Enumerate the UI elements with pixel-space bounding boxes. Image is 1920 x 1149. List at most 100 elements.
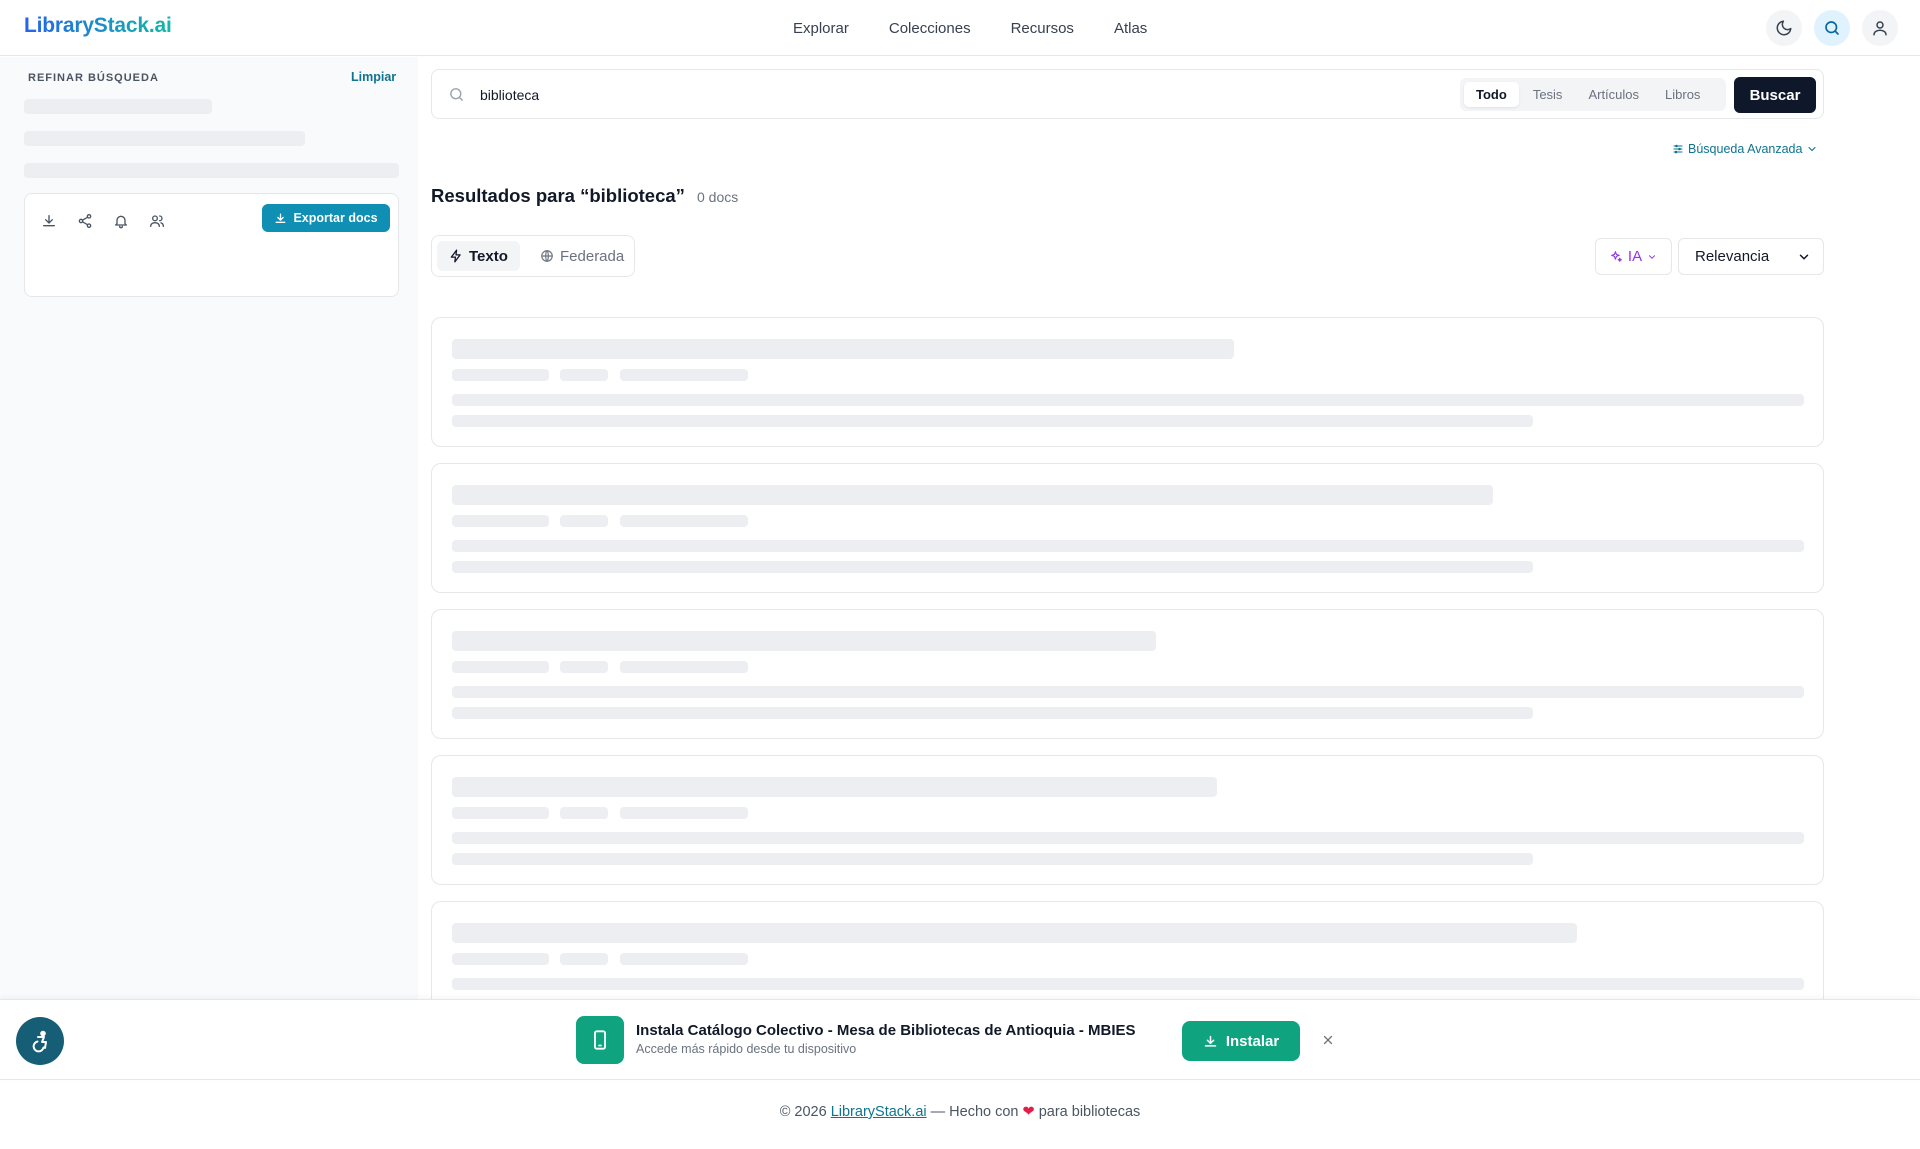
skeleton-line xyxy=(452,540,1804,552)
user-icon xyxy=(1873,21,1887,36)
filter-tesis[interactable]: Tesis xyxy=(1521,82,1575,107)
ai-options-button[interactable]: IA xyxy=(1595,238,1672,275)
search-icon xyxy=(450,88,463,101)
skeleton-meta xyxy=(560,515,608,527)
skeleton-meta xyxy=(620,515,748,527)
sidebar-actions-panel: Exportar docs xyxy=(24,193,399,297)
skeleton-meta xyxy=(560,369,608,381)
sort-select[interactable]: Relevancia xyxy=(1678,238,1824,275)
share-icon xyxy=(78,214,92,228)
install-button-label: Instalar xyxy=(1225,1032,1280,1050)
bell-icon xyxy=(115,215,127,229)
result-skeleton-card xyxy=(431,463,1824,593)
skeleton-meta xyxy=(452,807,549,819)
skeleton-meta xyxy=(560,953,608,965)
footer-suffix: para bibliotecas xyxy=(1038,1104,1141,1120)
mode-texto[interactable]: Texto xyxy=(437,241,520,271)
header-search-button[interactable] xyxy=(1814,10,1850,46)
export-docs-label: Exportar docs xyxy=(293,211,378,225)
install-title: Instala Catálogo Colectivo - Mesa de Bib… xyxy=(636,1022,1136,1039)
results-count: 0 docs xyxy=(697,189,739,205)
nav-recursos[interactable]: Recursos xyxy=(1011,20,1074,37)
nav-atlas[interactable]: Atlas xyxy=(1114,20,1147,37)
skeleton-meta xyxy=(452,369,549,381)
mode-federada[interactable]: Federada xyxy=(528,241,636,271)
skeleton-meta xyxy=(620,369,748,381)
share-action[interactable] xyxy=(77,213,95,231)
result-skeleton-card xyxy=(431,755,1824,885)
search-icon xyxy=(1825,21,1839,35)
search-input[interactable] xyxy=(480,83,1380,107)
skeleton-meta xyxy=(452,515,549,527)
nav-explorar[interactable]: Explorar xyxy=(793,20,849,37)
result-skeleton-card xyxy=(431,609,1824,739)
user-account-button[interactable] xyxy=(1862,10,1898,46)
filter-skeleton xyxy=(24,131,305,146)
group-action[interactable] xyxy=(149,213,167,231)
alert-action[interactable] xyxy=(113,213,131,231)
skeleton-line xyxy=(452,832,1804,844)
footer-brand-link[interactable]: LibraryStack.ai xyxy=(831,1104,927,1120)
export-docs-button[interactable]: Exportar docs xyxy=(262,204,390,232)
skeleton-title xyxy=(452,923,1577,943)
chevron-down-icon xyxy=(1649,254,1656,259)
skeleton-meta xyxy=(452,661,549,673)
advanced-search-toggle[interactable]: Búsqueda Avanzada xyxy=(1672,142,1818,156)
accessibility-icon xyxy=(32,1030,47,1053)
skeleton-title xyxy=(452,777,1217,797)
page-footer: © 2026 LibraryStack.ai — Hecho con ❤ par… xyxy=(0,1104,1920,1120)
theme-toggle-button[interactable] xyxy=(1766,10,1802,46)
download-icon xyxy=(275,213,286,223)
skeleton-meta xyxy=(620,661,748,673)
mode-texto-label: Texto xyxy=(469,247,508,265)
sliders-icon xyxy=(1673,144,1683,154)
filter-articulos[interactable]: Artículos xyxy=(1576,82,1651,107)
install-subtitle: Accede más rápido desde tu dispositivo xyxy=(636,1042,857,1056)
advanced-search-label: Búsqueda Avanzada xyxy=(1688,142,1803,156)
skeleton-title xyxy=(452,485,1493,505)
skeleton-meta xyxy=(620,807,748,819)
accessibility-button[interactable] xyxy=(16,1017,64,1065)
heart-icon: ❤ xyxy=(1022,1104,1035,1120)
close-banner-button[interactable] xyxy=(1318,1030,1338,1050)
search-bar: Todo Tesis Artículos Libros Buscar xyxy=(431,69,1824,119)
sparkles-icon xyxy=(1610,251,1622,262)
skeleton-title xyxy=(452,339,1234,359)
close-icon xyxy=(1323,1035,1333,1045)
skeleton-meta xyxy=(620,953,748,965)
document-type-filter: Todo Tesis Artículos Libros xyxy=(1460,78,1726,111)
filter-todo[interactable]: Todo xyxy=(1464,82,1519,107)
app-icon-tile xyxy=(576,1016,624,1064)
skeleton-meta xyxy=(560,661,608,673)
install-button[interactable]: Instalar xyxy=(1182,1021,1300,1061)
search-mode-toggle: Texto Federada xyxy=(431,235,635,277)
filter-libros[interactable]: Libros xyxy=(1653,82,1712,107)
footer-made-with: — Hecho con xyxy=(930,1104,1019,1120)
skeleton-meta xyxy=(452,953,549,965)
bolt-icon xyxy=(450,249,461,263)
skeleton-line xyxy=(452,978,1804,990)
clear-filters-link[interactable]: Limpiar xyxy=(351,70,396,84)
download-icon xyxy=(43,215,55,227)
skeleton-line xyxy=(452,853,1533,865)
download-action[interactable] xyxy=(41,213,59,231)
search-submit-button[interactable]: Buscar xyxy=(1734,77,1816,113)
footer-copyright: © 2026 xyxy=(779,1104,827,1120)
skeleton-line xyxy=(452,415,1533,427)
header-actions xyxy=(1766,10,1898,46)
skeleton-title xyxy=(452,631,1156,651)
filter-skeleton xyxy=(24,163,399,178)
filter-skeleton xyxy=(24,99,212,114)
results-title: Resultados para “biblioteca” xyxy=(431,185,685,206)
skeleton-meta xyxy=(560,807,608,819)
nav-colecciones[interactable]: Colecciones xyxy=(889,20,971,37)
globe-icon xyxy=(541,250,553,262)
install-app-banner: Instala Catálogo Colectivo - Mesa de Bib… xyxy=(0,999,1920,1080)
sort-selected-value: Relevancia xyxy=(1695,248,1770,265)
top-header: LibraryStack.ai Explorar Colecciones Rec… xyxy=(0,0,1920,56)
brand-logo[interactable]: LibraryStack.ai xyxy=(24,14,172,38)
chevron-down-icon xyxy=(1799,253,1809,260)
skeleton-line xyxy=(452,707,1533,719)
skeleton-line xyxy=(452,686,1804,698)
ai-label: IA xyxy=(1627,248,1643,265)
